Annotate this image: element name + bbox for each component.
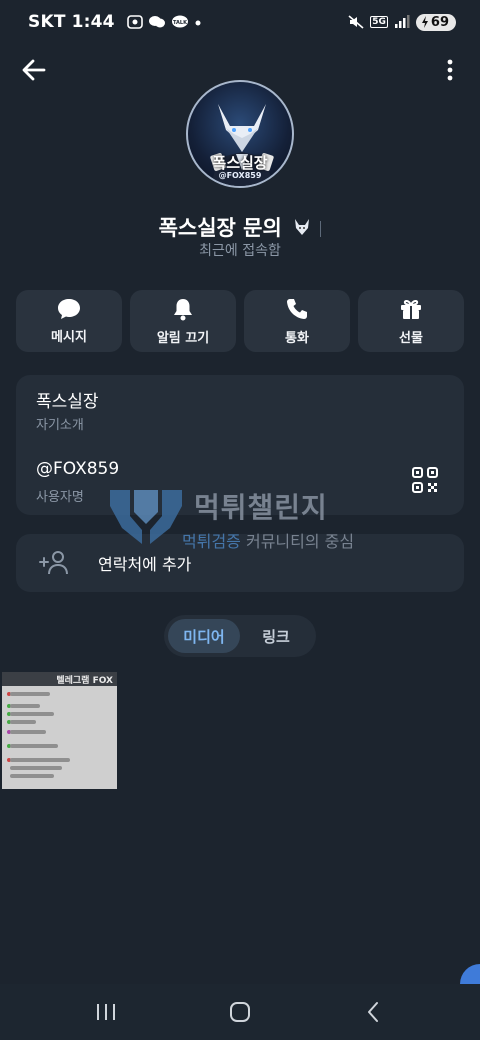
chat-bubble-icon (58, 298, 80, 319)
thumb-line (10, 774, 54, 778)
name-caret (320, 221, 322, 237)
fox-emoji-icon (295, 219, 310, 235)
notification-icons: TALK (126, 15, 202, 29)
network-type: 5G (370, 16, 388, 28)
profile-avatar[interactable]: 폭스실장 @FOX859 (186, 80, 294, 188)
message-button-label: 메시지 (51, 329, 87, 345)
profile-name: 폭스실장 문의 (158, 216, 282, 240)
gift-button-label: 선물 (399, 330, 423, 346)
thumb-line (10, 720, 36, 724)
chat-app-icon (148, 16, 165, 28)
back-nav-icon[interactable] (362, 1000, 386, 1024)
call-button[interactable]: 통화 (244, 290, 350, 352)
thumbnail-title: 텔레그램 FOX (56, 676, 113, 686)
last-seen-status: 최근에 접속함 (199, 243, 281, 259)
thumbnail-header: 텔레그램 FOX (2, 672, 117, 686)
mute-icon (348, 15, 364, 29)
thumb-line (10, 758, 70, 762)
profile-info-card: 폭스실장 자기소개 @FOX859 사용자명 (16, 375, 464, 515)
more-options-icon[interactable] (444, 56, 456, 84)
talk-icon: TALK (171, 15, 188, 28)
profile-name-row: 폭스실장 문의 (0, 212, 480, 242)
media-thumbnail[interactable]: 텔레그램 FOX (2, 672, 117, 789)
battery-indicator: 69 (415, 13, 456, 31)
thumb-line (10, 744, 58, 748)
system-nav-bar (0, 984, 480, 1040)
screenshot-icon (126, 15, 143, 29)
status-right: 5G 69 (348, 13, 456, 31)
add-contact-label: 연락처에 추가 (98, 555, 192, 574)
gift-button[interactable]: 선물 (358, 290, 464, 352)
avatar-text: 폭스실장 (212, 154, 268, 172)
clock: 1:44 (71, 12, 115, 32)
action-row: 메시지 알림 끄기 통화 선물 (16, 290, 464, 352)
bio-value[interactable]: 폭스실장 (36, 387, 99, 412)
status-bar: SKT 1:44 TALK 5G 69 (0, 0, 480, 44)
bio-label: 자기소개 (36, 418, 84, 433)
status-left: SKT 1:44 TALK (28, 12, 202, 32)
dot-icon (195, 20, 201, 26)
thumb-line (10, 712, 54, 716)
message-button[interactable]: 메시지 (16, 290, 122, 352)
thumb-line (10, 692, 50, 696)
signal-icon (394, 15, 410, 28)
username-label: 사용자명 (36, 490, 84, 505)
tab-media[interactable]: 미디어 (168, 619, 240, 653)
mute-button-label: 알림 끄기 (156, 330, 210, 346)
gift-icon (401, 299, 421, 319)
add-person-icon (39, 551, 68, 575)
recent-apps-icon[interactable] (94, 1000, 118, 1024)
username-value[interactable]: @FOX859 (36, 459, 119, 479)
home-icon[interactable] (228, 1000, 252, 1024)
thumb-line (10, 766, 62, 770)
media-tabs: 미디어 링크 (164, 615, 316, 657)
qr-code-icon[interactable] (412, 467, 438, 493)
svg-text:TALK: TALK (173, 20, 188, 26)
charging-icon (421, 16, 428, 28)
battery-level: 69 (430, 14, 449, 30)
bell-icon (174, 298, 192, 320)
avatar-handle: @FOX859 (218, 171, 262, 180)
phone-icon (287, 298, 307, 319)
carrier-label: SKT (28, 12, 66, 32)
thumb-line (10, 730, 46, 734)
thumb-line (10, 704, 40, 708)
add-contact-row[interactable]: 연락처에 추가 (16, 534, 464, 592)
tab-links[interactable]: 링크 (240, 619, 312, 653)
mute-notifications-button[interactable]: 알림 끄기 (130, 290, 236, 352)
back-arrow-icon[interactable] (20, 56, 48, 84)
call-button-label: 통화 (285, 330, 309, 346)
